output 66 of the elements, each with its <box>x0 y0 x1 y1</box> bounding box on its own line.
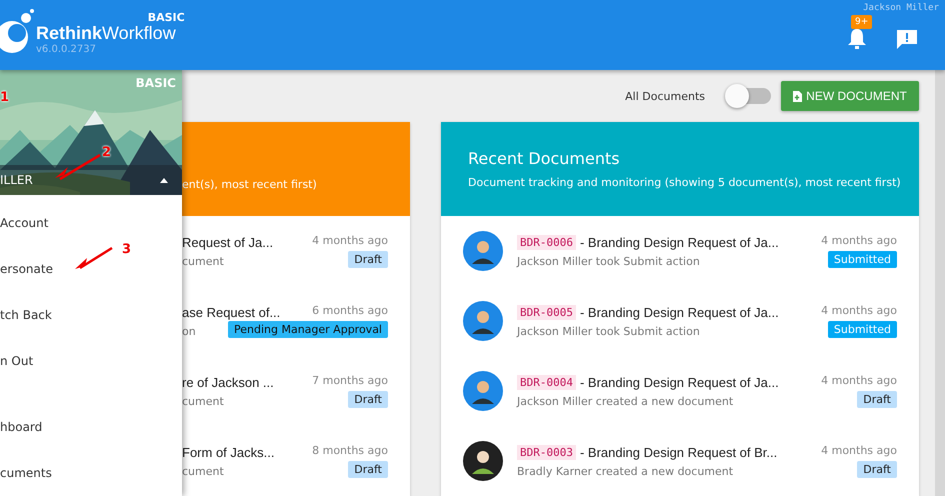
menu-item[interactable]: tch Back <box>0 308 52 322</box>
status-badge: Draft <box>348 461 388 478</box>
add-file-icon <box>793 90 802 102</box>
menu-item[interactable]: n Out <box>0 354 34 368</box>
menu-item[interactable]: Account <box>0 216 48 230</box>
document-title[interactable]: ase Request of... <box>182 304 280 320</box>
document-activity: Bradly Karner created a new document <box>517 464 734 478</box>
document-code: BDR-0003 <box>517 444 576 460</box>
annotation-number: 2 <box>102 145 112 160</box>
status-badge: Submitted <box>828 321 897 338</box>
status-badge: Draft <box>857 391 897 408</box>
document-title[interactable]: Form of Jacks... <box>182 444 274 460</box>
document-activity: Jackson Miller took Submit action <box>517 324 701 338</box>
user-name: Jackson Miller <box>863 3 939 13</box>
bell-icon[interactable] <box>847 28 867 50</box>
notification-count: 9+ <box>851 15 872 29</box>
avatar <box>463 441 503 481</box>
document-activity: cument <box>182 254 225 268</box>
document-activity: Jackson Miller created a new document <box>517 394 734 408</box>
app-version: v6.0.0.2737 <box>36 44 97 55</box>
filter-label: All Documents <box>625 90 705 102</box>
document-activity: Jackson Miller took Submit action <box>517 254 701 268</box>
document-code: BDR-0004 <box>517 374 576 390</box>
document-time: 8 months ago <box>312 444 388 457</box>
document-time: 4 months ago <box>821 304 897 317</box>
annotation-number: 3 <box>122 242 132 257</box>
document-time: 7 months ago <box>312 374 388 387</box>
menu-item[interactable]: hboard <box>0 420 42 434</box>
avatar <box>463 231 503 271</box>
caret-icon[interactable] <box>160 178 168 182</box>
status-badge: Submitted <box>828 251 897 268</box>
document-time: 4 months ago <box>821 444 897 457</box>
document-time: 4 months ago <box>821 374 897 387</box>
document-activity: on <box>182 324 197 338</box>
avatar <box>463 371 503 411</box>
document-title[interactable]: - Branding Design Request of Br... <box>580 444 778 460</box>
feedback-icon[interactable] <box>896 29 918 49</box>
document-activity: cument <box>182 394 225 408</box>
edition-label: BASIC <box>136 76 176 90</box>
card-subtitle: ent(s), most recent first) <box>182 178 318 190</box>
annotation-number: 1 <box>0 90 10 105</box>
document-code: BDR-0005 <box>517 304 576 320</box>
document-activity: cument <box>182 464 225 478</box>
avatar <box>463 301 503 341</box>
document-title[interactable]: - Branding Design Request of Ja... <box>580 304 779 320</box>
status-badge: Draft <box>348 251 388 268</box>
document-time: 4 months ago <box>821 234 897 247</box>
scrollbar[interactable] <box>935 70 945 496</box>
document-code: BDR-0006 <box>517 234 576 250</box>
document-title[interactable]: Request of Ja... <box>182 234 274 250</box>
status-badge: Draft <box>348 391 388 408</box>
status-badge: Pending Manager Approval <box>228 321 388 338</box>
document-title[interactable]: - Branding Design Request of Ja... <box>580 374 779 390</box>
menu-item[interactable]: ersonate <box>0 262 53 276</box>
user-name: ILLER <box>0 173 33 187</box>
document-time: 6 months ago <box>312 304 388 317</box>
app-brand-name: RethinkWorkflow <box>36 22 176 44</box>
document-title[interactable]: - Branding Design Request of Ja... <box>580 234 779 250</box>
edition-label: BASIC <box>148 11 185 24</box>
document-time: 4 months ago <box>312 234 388 247</box>
status-badge: Draft <box>857 461 897 478</box>
card-subtitle: Document tracking and monitoring (showing 5 document(s), most recent first) <box>468 176 902 189</box>
user-bar[interactable]: ILLER <box>0 165 182 195</box>
card-title: Recent Documents <box>468 149 621 168</box>
document-title[interactable]: re of Jackson ... <box>182 374 274 390</box>
menu-item[interactable]: cuments <box>0 466 52 480</box>
